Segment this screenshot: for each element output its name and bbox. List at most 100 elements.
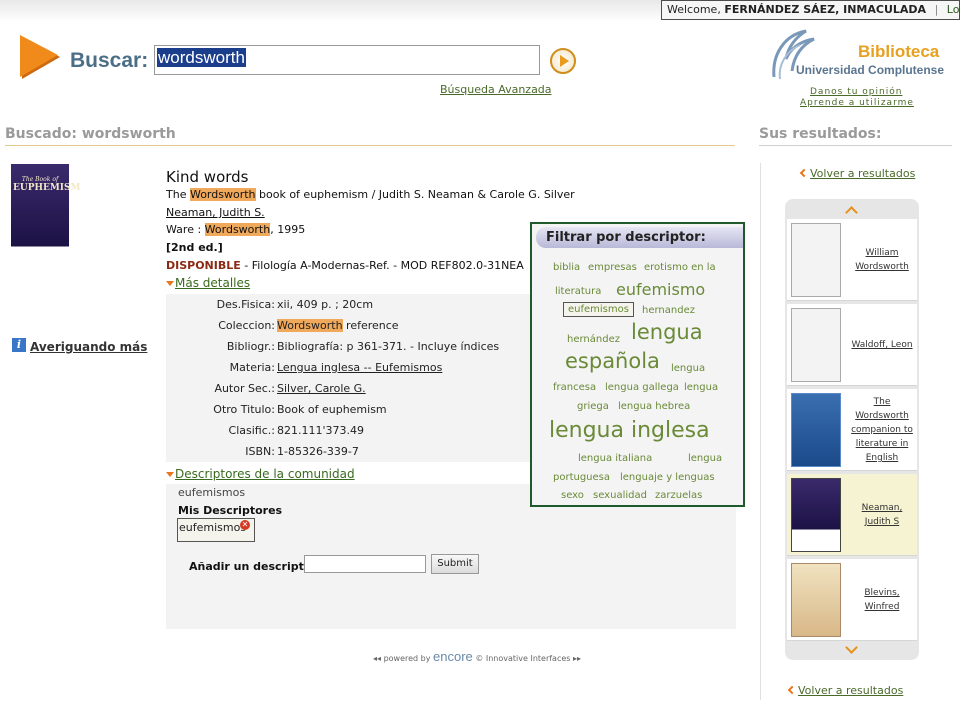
- carousel-thumbnail: [791, 308, 841, 382]
- search-label: Buscar:: [70, 49, 149, 72]
- search-go-button[interactable]: [550, 48, 576, 74]
- triangle-down-icon: [166, 281, 174, 286]
- detail-value: Bibliografía: p 361-371. - Incluye índic…: [277, 340, 500, 353]
- title-suffix: book of euphemism / Judith S. Neaman & C…: [255, 188, 575, 201]
- carousel-thumbnail: [791, 393, 841, 467]
- record-publisher: Ware : Wordsworth, 1995: [166, 223, 305, 236]
- cover-title-line2: EUPHEMISM: [13, 183, 81, 193]
- back-to-results-bottom-link[interactable]: Volver a resultados: [787, 684, 904, 697]
- library-name: Biblioteca: [858, 42, 940, 61]
- tag-cloud-item[interactable]: empresas: [588, 262, 637, 273]
- record-availability: DISPONIBLE - Filología A-Modernas-Ref. -…: [166, 259, 524, 272]
- tag-cloud-item[interactable]: biblia: [553, 262, 580, 273]
- powered-by-label: ◂◂ powered by: [373, 654, 431, 663]
- community-tag[interactable]: eufemismos: [178, 486, 245, 499]
- searched-label: Buscado: wordsworth: [5, 126, 176, 142]
- tag-cloud-item-selected[interactable]: eufemismos: [563, 302, 634, 317]
- tag-cloud-item[interactable]: lengua inglesa: [549, 418, 710, 443]
- tag-cloud-item[interactable]: francesa: [553, 382, 596, 393]
- detail-label: Materia:: [229, 361, 275, 374]
- record-title: Kind words: [166, 168, 249, 186]
- tag-cloud-item[interactable]: erotismo en la: [644, 262, 716, 273]
- submit-button[interactable]: Submit: [431, 554, 479, 574]
- record-author-link[interactable]: Neaman, Judith S.: [166, 206, 265, 219]
- carousel-thumbnail: [791, 478, 841, 552]
- carousel-item[interactable]: The Wordsworth companion to literature i…: [787, 389, 917, 471]
- encore-brand: encore: [433, 649, 473, 664]
- welcome-bar: Welcome, FERNÁNDEZ SÁEZ, INMACULADA | Lo…: [661, 0, 960, 20]
- carousel-item-label[interactable]: Waldoff, Leon: [849, 304, 915, 386]
- detail-label: Des.Fisica:: [216, 298, 275, 311]
- tag-cloud-item[interactable]: hernández: [567, 334, 620, 345]
- powered-by-footer: ◂◂ powered by encore © Innovative Interf…: [373, 649, 581, 664]
- carousel-item-label[interactable]: The Wordsworth companion to literature i…: [849, 389, 915, 471]
- tag-cloud-item[interactable]: lengua hebrea: [618, 401, 690, 412]
- carousel-item-label[interactable]: Blevins, Winfred: [849, 559, 915, 641]
- detail-label: Clasific.:: [228, 424, 275, 437]
- tag-cloud-item[interactable]: sexualidad: [593, 490, 647, 501]
- my-descriptor-tag[interactable]: eufemismos ✕: [177, 518, 255, 542]
- detail-label: Autor Sec.:: [214, 382, 275, 395]
- carousel-item[interactable]: William Wordsworth: [787, 219, 917, 301]
- tag-cloud-item[interactable]: lengua: [684, 382, 718, 393]
- tag-cloud-item[interactable]: lengua: [671, 363, 705, 374]
- tag-cloud-item[interactable]: zarzuelas: [655, 490, 702, 501]
- community-descriptors-toggle[interactable]: Descriptores de la comunidad: [166, 467, 355, 481]
- my-descriptors-heading: Mis Descriptores: [178, 504, 283, 517]
- tag-cloud-item[interactable]: española: [565, 349, 660, 373]
- chevron-left-icon: [799, 168, 809, 178]
- back-label: Volver a resultados: [798, 684, 904, 697]
- tag-cloud-item[interactable]: hernandez: [642, 305, 695, 316]
- learn-link[interactable]: Aprende a utilizarme: [800, 98, 914, 108]
- welcome-prefix: Welcome,: [667, 3, 721, 16]
- carousel-item-active[interactable]: Neaman, Judith S: [787, 474, 917, 556]
- carousel-item[interactable]: Waldoff, Leon: [787, 304, 917, 386]
- searched-divider: [5, 145, 735, 146]
- tag-cloud-item[interactable]: lengua gallega: [605, 382, 679, 393]
- carousel-item-label[interactable]: William Wordsworth: [849, 219, 915, 301]
- tag-cloud-item[interactable]: lengua: [631, 320, 703, 344]
- carousel-item[interactable]: Blevins, Winfred: [787, 559, 917, 641]
- tag-cloud-item[interactable]: sexo: [561, 490, 584, 501]
- find-out-more-link[interactable]: Averiguando más: [30, 340, 147, 354]
- tag-cloud-item[interactable]: lenguaje y lenguas: [620, 472, 715, 483]
- subject-link[interactable]: Lengua inglesa -- Eufemismos: [277, 361, 442, 374]
- add-descriptor-label: Añadir un descriptor: [189, 560, 317, 573]
- chevron-up-icon[interactable]: [845, 203, 859, 217]
- results-carousel: William Wordsworth Waldoff, Leon The Wor…: [785, 199, 919, 660]
- carousel-item-label[interactable]: Neaman, Judith S: [849, 474, 915, 556]
- results-heading: Sus resultados:: [759, 126, 882, 142]
- remove-icon[interactable]: ✕: [240, 520, 250, 530]
- detail-value: 1-85326-339-7: [277, 445, 359, 458]
- title-highlight: Wordsworth: [189, 188, 256, 201]
- filter-heading: Filtrar por descriptor:: [536, 227, 743, 248]
- tag-cloud-item[interactable]: literatura: [555, 286, 601, 297]
- more-details-toggle[interactable]: Más detalles: [166, 276, 250, 290]
- tag-cloud-item[interactable]: lengua: [688, 453, 722, 464]
- add-descriptor-input[interactable]: [304, 555, 426, 573]
- secondary-author-link[interactable]: Silver, Carole G.: [277, 382, 366, 395]
- chevron-down-icon[interactable]: [845, 643, 859, 657]
- detail-value-rest: reference: [342, 319, 399, 332]
- back-label: Volver a resultados: [810, 167, 916, 180]
- detail-label: Bibliogr.:: [226, 340, 275, 353]
- tag-cloud-item[interactable]: griega: [577, 401, 609, 412]
- publisher-prefix: Ware :: [166, 223, 205, 236]
- feedback-link[interactable]: Danos tu opinión: [810, 87, 902, 97]
- search-query: wordsworth: [157, 48, 246, 67]
- tag-cloud-item[interactable]: lengua italiana: [578, 453, 652, 464]
- back-to-results-top-link[interactable]: Volver a resultados: [799, 167, 916, 180]
- detail-label: ISBN:: [245, 445, 275, 458]
- chevron-left-icon: [787, 685, 797, 695]
- tag-cloud-item[interactable]: eufemismo: [616, 280, 705, 299]
- book-cover[interactable]: The Book of EUPHEMISM: [11, 164, 80, 282]
- advanced-search-link[interactable]: Búsqueda Avanzada: [440, 83, 552, 96]
- search-input[interactable]: wordsworth: [154, 45, 540, 75]
- carousel-thumbnail: [791, 223, 841, 297]
- detail-label: Coleccion:: [218, 319, 275, 332]
- tag-cloud-item[interactable]: portuguesa: [553, 472, 610, 483]
- carousel-thumbnail: [791, 563, 841, 637]
- play-arrow-logo-icon: [20, 35, 60, 79]
- status-badge: DISPONIBLE: [166, 259, 241, 272]
- logout-link[interactable]: Logout: [947, 3, 960, 16]
